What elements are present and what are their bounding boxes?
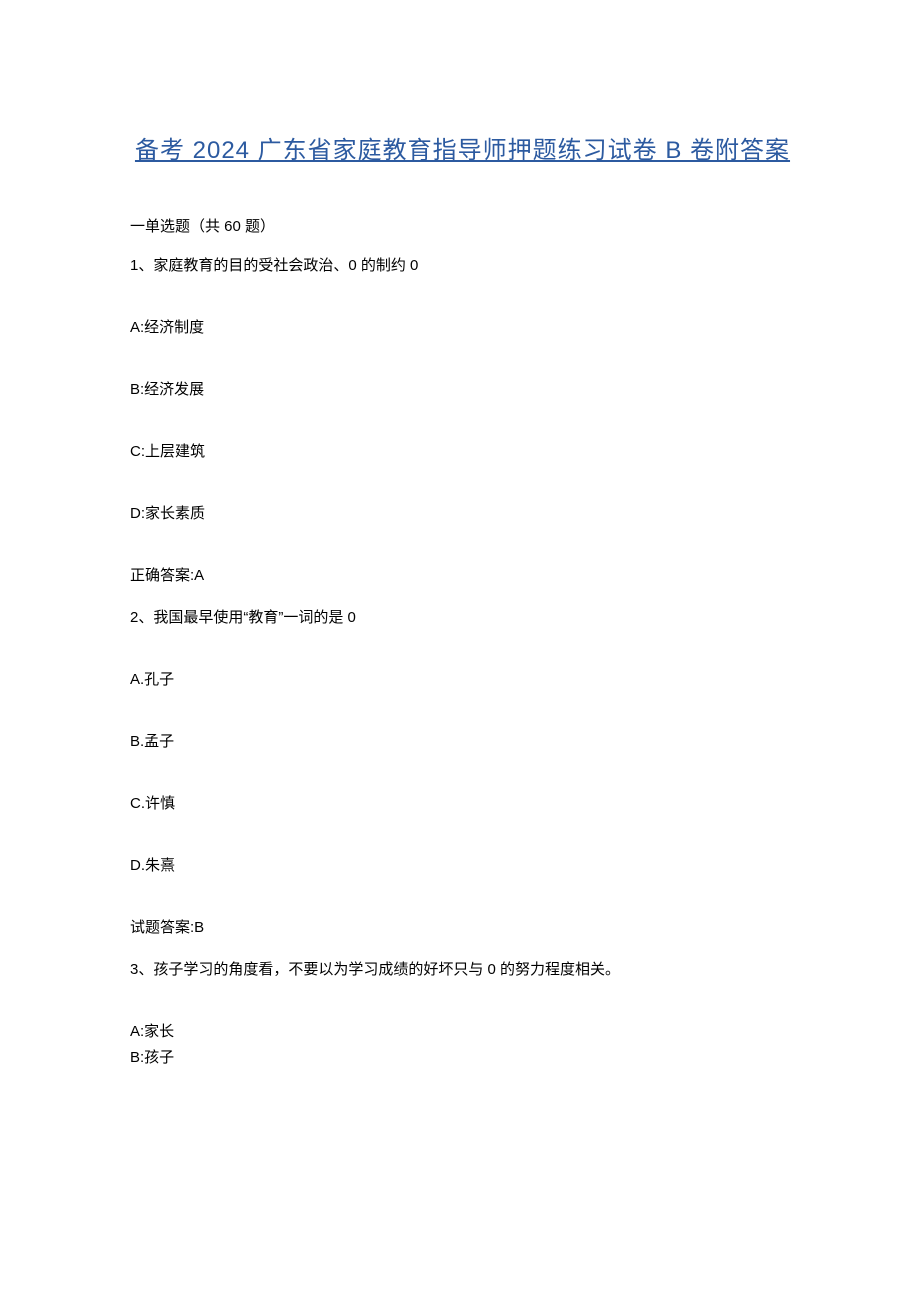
question-1-option-c: C:上层建筑: [130, 440, 795, 464]
question-3-block: 3、孩子学习的角度看，不要以为学习成绩的好坏只与 0 的努力程度相关。 A:家长…: [130, 958, 795, 1070]
question-2-option-b: B.孟子: [130, 730, 795, 754]
question-2-answer: 试题答案:B: [130, 916, 795, 940]
question-1-option-a: A:经济制度: [130, 316, 795, 340]
question-1-answer: 正确答案:A: [130, 564, 795, 588]
question-1-option-d: D:家长素质: [130, 502, 795, 526]
question-1-block: 1、家庭教育的目的受社会政治、0 的制约 0 A:经济制度 B:经济发展 C:上…: [130, 254, 795, 588]
question-3-option-a: A:家长: [130, 1020, 795, 1044]
question-3-text: 3、孩子学习的角度看，不要以为学习成绩的好坏只与 0 的努力程度相关。: [130, 958, 795, 982]
document-title: 备考 2024 广东省家庭教育指导师押题练习试卷 B 卷附答案: [130, 130, 795, 165]
question-3-option-b: B:孩子: [130, 1046, 795, 1070]
question-2-option-c: C.许慎: [130, 792, 795, 816]
section-header: 一单选题（共 60 题）: [130, 215, 795, 236]
question-2-option-a: A.孔子: [130, 668, 795, 692]
question-1-text: 1、家庭教育的目的受社会政治、0 的制约 0: [130, 254, 795, 278]
question-2-block: 2、我国最早使用“教育”一词的是 0 A.孔子 B.孟子 C.许慎 D.朱熹 试…: [130, 606, 795, 940]
question-2-option-d: D.朱熹: [130, 854, 795, 878]
question-2-text: 2、我国最早使用“教育”一词的是 0: [130, 606, 795, 630]
question-1-option-b: B:经济发展: [130, 378, 795, 402]
